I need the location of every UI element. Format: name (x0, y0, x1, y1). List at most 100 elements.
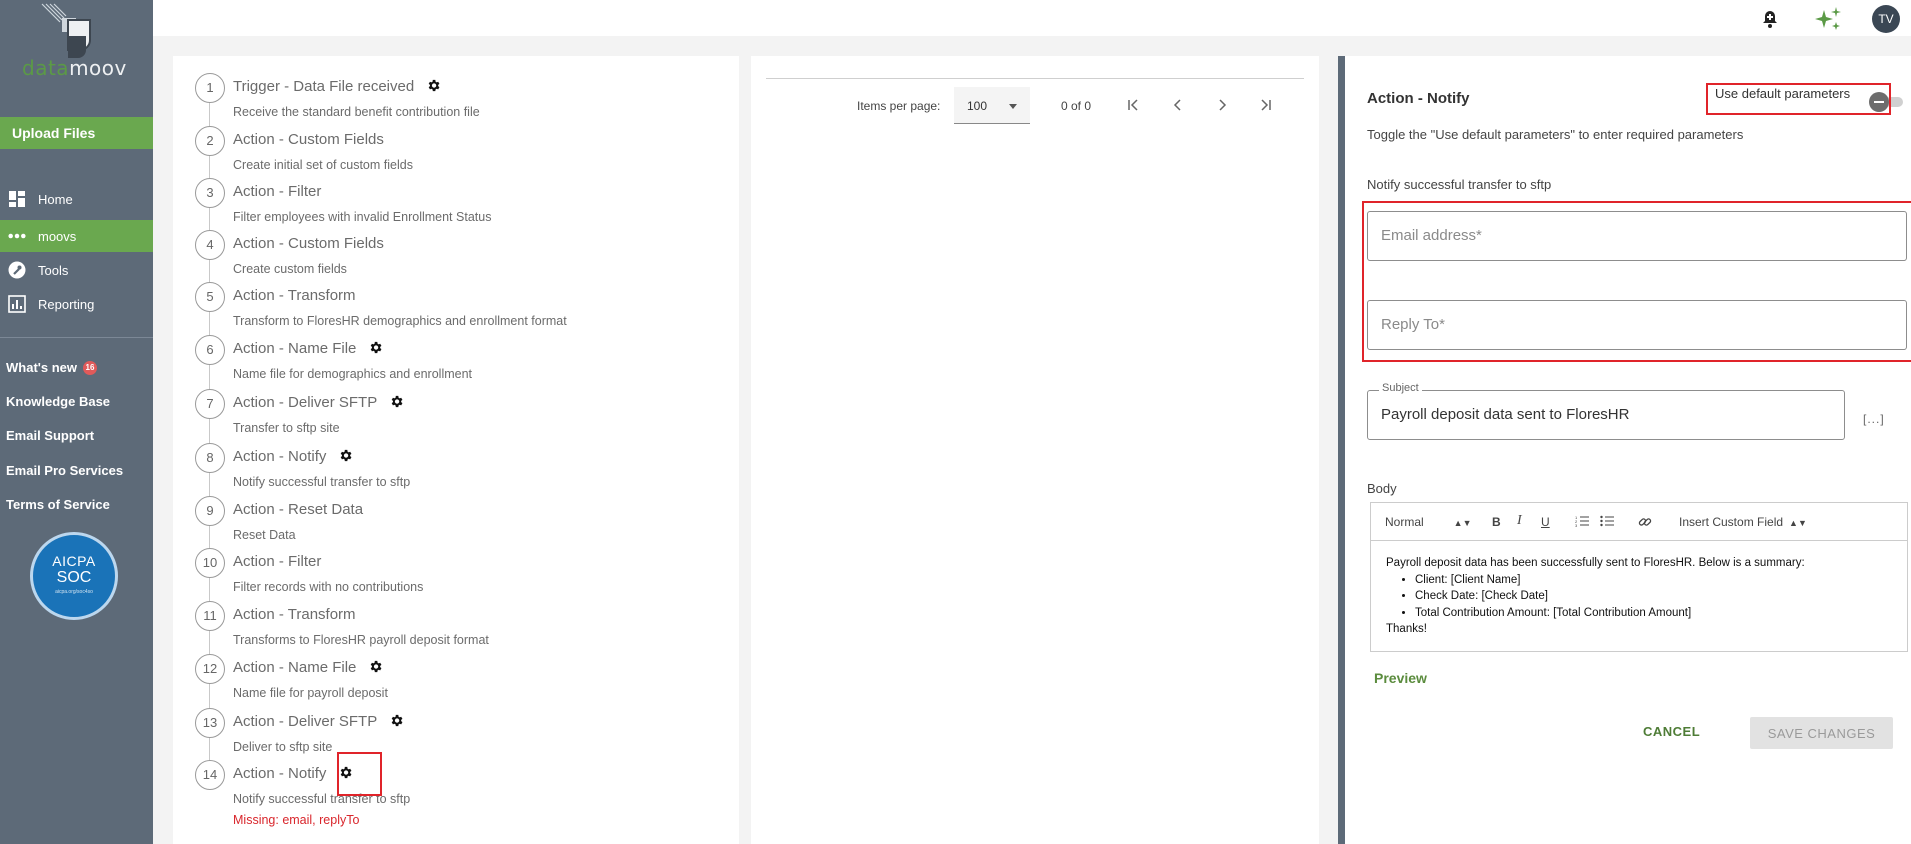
step-title[interactable]: Action - Name File (233, 340, 383, 359)
editor-content[interactable]: Payroll deposit data has been successful… (1386, 555, 1805, 638)
cancel-button[interactable]: CANCEL (1643, 724, 1700, 739)
last-page-icon[interactable] (1254, 95, 1276, 115)
nav-item-reporting[interactable]: Reporting (0, 288, 153, 320)
logo-part-data: data (22, 56, 70, 80)
highlight-step-14-gear (337, 752, 382, 796)
preview-link[interactable]: Preview (1374, 670, 1427, 686)
nav-label: Tools (38, 262, 69, 278)
format-select[interactable]: Normal ▲▼ (1385, 515, 1472, 529)
step-number: 4 (195, 230, 225, 260)
step-title[interactable]: Action - Transform (233, 287, 356, 304)
step-title-text: Action - Custom Fields (233, 235, 384, 252)
step-title[interactable]: Action - Custom Fields (233, 235, 384, 252)
step-title-text: Action - Reset Data (233, 501, 364, 518)
first-page-icon[interactable] (1123, 95, 1145, 115)
body-list-item: Client: [Client Name] (1415, 572, 1805, 589)
insert-custom-field-select[interactable]: Insert Custom Field ▲▼ (1679, 515, 1807, 529)
link-terms-of-service[interactable]: Terms of Service (6, 497, 110, 512)
nav-item-home[interactable]: Home (0, 183, 153, 215)
chart-icon (8, 295, 26, 313)
step-description: Transform to FloresHR demographics and e… (233, 314, 567, 328)
step-title[interactable]: Action - Notify (233, 448, 353, 467)
step-title[interactable]: Action - Custom Fields (233, 131, 384, 148)
body-list-item: Total Contribution Amount: [Total Contri… (1415, 605, 1805, 622)
step-title-text: Action - Deliver SFTP (233, 713, 378, 730)
prev-page-icon[interactable] (1167, 95, 1189, 115)
gear-icon[interactable] (426, 78, 441, 97)
step-description: Notify successful transfer to sftp (233, 792, 411, 806)
step-title[interactable]: Action - Name File (233, 659, 383, 678)
step-number: 9 (195, 496, 225, 526)
gear-icon[interactable] (368, 340, 383, 359)
step-title-text: Action - Custom Fields (233, 131, 384, 148)
step-description: Filter records with no contributions (233, 580, 424, 594)
step-number: 5 (195, 282, 225, 312)
step-description: Name file for payroll deposit (233, 686, 388, 700)
step-title[interactable]: Action - Reset Data (233, 501, 363, 518)
body-editor[interactable]: Normal ▲▼ B I U 123 Insert Custom Field ▲▼… (1370, 502, 1908, 652)
missing-parameters-warning: Missing: email, replyTo (233, 813, 360, 827)
step-title[interactable]: Action - Filter (233, 183, 321, 200)
save-changes-button[interactable]: SAVE CHANGES (1750, 717, 1893, 749)
link-whats-new[interactable]: What's new 16 (6, 360, 97, 375)
items-per-page-select[interactable]: 100 (954, 87, 1030, 124)
table-divider (766, 78, 1304, 79)
bullet-list-icon[interactable] (1600, 515, 1614, 530)
step-title[interactable]: Action - Deliver SFTP (233, 394, 404, 413)
seal-line1: AICPA (52, 553, 96, 569)
step-description: Deliver to sftp site (233, 740, 333, 754)
step-title[interactable]: Action - Filter (233, 553, 321, 570)
bold-button[interactable]: B (1492, 515, 1501, 529)
next-page-icon[interactable] (1211, 95, 1233, 115)
step-number: 11 (195, 601, 225, 631)
step-title-text: Trigger - Data File received (233, 78, 415, 95)
step-number: 2 (195, 126, 225, 156)
step-title[interactable]: Trigger - Data File received (233, 78, 441, 97)
panel-title: Action - Notify (1367, 90, 1470, 107)
subject-more-button[interactable]: [...] (1863, 412, 1885, 426)
gear-icon[interactable] (389, 713, 404, 732)
svg-text:3: 3 (1575, 523, 1578, 527)
gear-icon[interactable] (389, 394, 404, 413)
link-email-pro-services[interactable]: Email Pro Services (6, 463, 123, 478)
step-title[interactable]: Action - Deliver SFTP (233, 713, 404, 732)
step-number: 14 (195, 760, 225, 790)
underline-button[interactable]: U (1541, 515, 1550, 529)
format-value: Normal (1385, 515, 1424, 529)
nav-item-tools[interactable]: Tools (0, 254, 153, 286)
subject-label: Subject (1379, 382, 1422, 394)
nav-label: Home (38, 191, 73, 207)
step-title-text: Action - Notify (233, 765, 327, 782)
nav-divider (0, 337, 153, 338)
page-range: 0 of 0 (1061, 99, 1092, 113)
gear-icon[interactable] (338, 448, 353, 467)
step-number: 3 (195, 178, 225, 208)
ordered-list-icon[interactable]: 123 (1575, 515, 1589, 530)
link-email-support[interactable]: Email Support (6, 428, 94, 443)
step-number: 7 (195, 389, 225, 419)
step-title[interactable]: Action - Notify (233, 765, 353, 784)
link-icon[interactable] (1638, 515, 1652, 532)
logo-wordmark: datamoov (22, 56, 127, 80)
italic-button[interactable]: I (1517, 513, 1522, 529)
highlight-default-toggle (1706, 83, 1891, 115)
body-label: Body (1367, 481, 1397, 496)
user-avatar[interactable]: TV (1872, 5, 1900, 33)
nav-item-moovs[interactable]: moovs (0, 220, 153, 252)
subject-input[interactable]: Payroll deposit data sent to FloresHR (1367, 390, 1845, 440)
notification-bell-icon[interactable] (1760, 9, 1780, 34)
page-size-value: 100 (967, 99, 988, 113)
link-knowledge-base[interactable]: Knowledge Base (6, 394, 110, 409)
body-intro: Payroll deposit data has been successful… (1386, 557, 1805, 569)
body-summary-list: Client: [Client Name] Check Date: [Check… (1386, 572, 1805, 622)
ai-sparkle-icon[interactable] (1813, 6, 1843, 37)
highlight-required-fields (1362, 201, 1911, 362)
gear-icon[interactable] (368, 659, 383, 678)
whats-new-badge: 16 (83, 361, 97, 375)
step-description: Transfer to sftp site (233, 421, 340, 435)
step-description: Create initial set of custom fields (233, 158, 413, 172)
upload-files-button[interactable]: Upload Files (0, 117, 153, 149)
step-title[interactable]: Action - Transform (233, 606, 356, 623)
step-number: 8 (195, 443, 225, 473)
step-description: Name file for demographics and enrollmen… (233, 367, 473, 381)
